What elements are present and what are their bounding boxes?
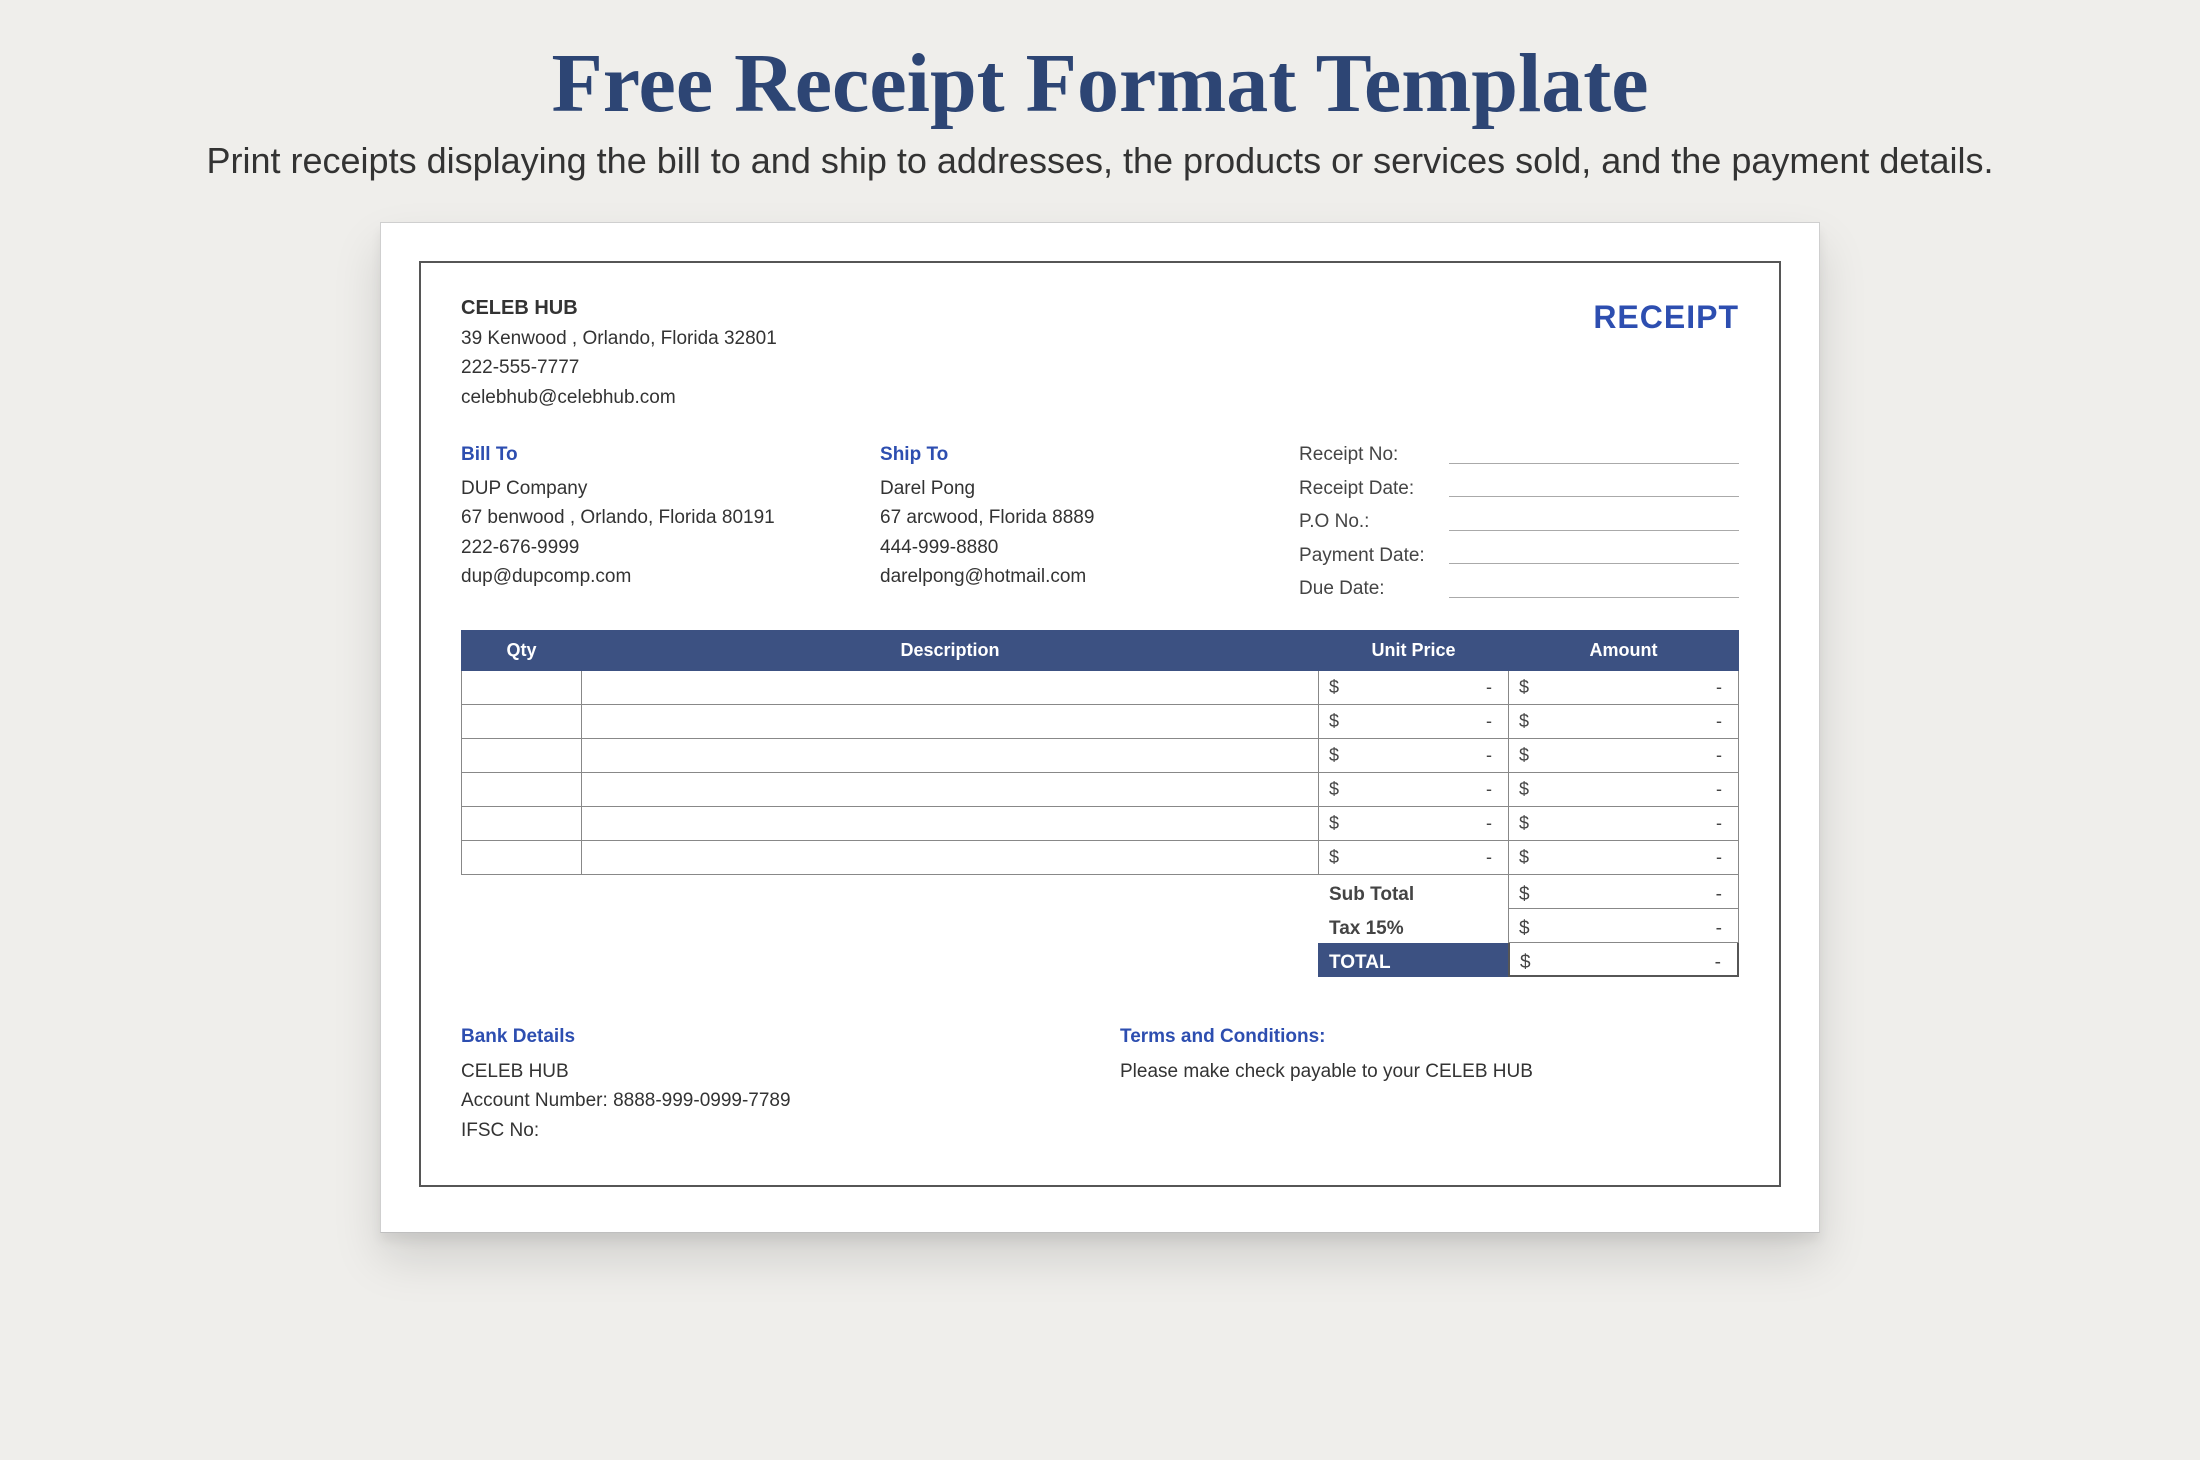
bank-block: Bank Details CELEB HUB Account Number: 8… <box>461 1022 1080 1145</box>
col-amount: Amount <box>1509 630 1739 671</box>
cell-description[interactable] <box>582 807 1319 841</box>
terms-text: Please make check payable to your CELEB … <box>1120 1057 1739 1086</box>
col-description: Description <box>582 630 1319 671</box>
bill-to-email: dup@dupcomp.com <box>461 562 880 591</box>
table-row: $-$- <box>462 841 1739 875</box>
ship-to-block: Ship To Darel Pong 67 arcwood, Florida 8… <box>880 440 1299 607</box>
cell-unit-price[interactable]: $- <box>1319 773 1509 807</box>
terms-heading: Terms and Conditions: <box>1120 1022 1739 1051</box>
receipt-document: CELEB HUB 39 Kenwood , Orlando, Florida … <box>419 261 1781 1187</box>
cell-amount[interactable]: $- <box>1509 773 1739 807</box>
meta-due-date-label: Due Date: <box>1299 574 1449 603</box>
cell-description[interactable] <box>582 773 1319 807</box>
cell-amount[interactable]: $- <box>1509 705 1739 739</box>
company-address: 39 Kenwood , Orlando, Florida 32801 <box>461 324 777 353</box>
cell-unit-price[interactable]: $- <box>1319 671 1509 705</box>
subtotal-value: $- <box>1508 875 1739 909</box>
meta-po-no-label: P.O No.: <box>1299 507 1449 536</box>
cell-description[interactable] <box>582 739 1319 773</box>
bill-to-block: Bill To DUP Company 67 benwood , Orlando… <box>461 440 880 607</box>
meta-due-date-field[interactable] <box>1449 580 1739 598</box>
cell-unit-price[interactable]: $- <box>1319 705 1509 739</box>
company-phone: 222-555-7777 <box>461 353 777 382</box>
meta-receipt-date-field[interactable] <box>1449 479 1739 497</box>
table-row: $-$- <box>462 773 1739 807</box>
cell-unit-price[interactable]: $- <box>1319 739 1509 773</box>
items-table: Qty Description Unit Price Amount $-$-$-… <box>461 630 1739 876</box>
meta-receipt-date-label: Receipt Date: <box>1299 474 1449 503</box>
company-block: CELEB HUB 39 Kenwood , Orlando, Florida … <box>461 293 777 412</box>
subtotal-label: Sub Total <box>1318 875 1508 909</box>
total-label: TOTAL <box>1318 943 1508 977</box>
total-value: $- <box>1508 943 1739 977</box>
cell-amount[interactable]: $- <box>1509 739 1739 773</box>
bill-to-phone: 222-676-9999 <box>461 533 880 562</box>
bank-ifsc: IFSC No: <box>461 1116 1080 1145</box>
table-row: $-$- <box>462 705 1739 739</box>
meta-receipt-no-label: Receipt No: <box>1299 440 1449 469</box>
table-row: $-$- <box>462 807 1739 841</box>
meta-block: Receipt No: Receipt Date: P.O No.: Payme… <box>1299 440 1739 607</box>
cell-amount[interactable]: $- <box>1509 841 1739 875</box>
cell-amount[interactable]: $- <box>1509 807 1739 841</box>
meta-payment-date-field[interactable] <box>1449 546 1739 564</box>
cell-description[interactable] <box>582 671 1319 705</box>
bank-account: Account Number: 8888-999-0999-7789 <box>461 1086 1080 1115</box>
table-row: $-$- <box>462 671 1739 705</box>
bill-to-address: 67 benwood , Orlando, Florida 80191 <box>461 503 880 532</box>
cell-qty[interactable] <box>462 739 582 773</box>
cell-qty[interactable] <box>462 841 582 875</box>
document-sheet: CELEB HUB 39 Kenwood , Orlando, Florida … <box>380 222 1820 1233</box>
totals-block: Sub Total $- Tax 15% $- TOTAL $- <box>461 875 1739 977</box>
col-unit-price: Unit Price <box>1319 630 1509 671</box>
meta-receipt-no-field[interactable] <box>1449 446 1739 464</box>
cell-qty[interactable] <box>462 671 582 705</box>
ship-to-email: darelpong@hotmail.com <box>880 562 1299 591</box>
bill-to-heading: Bill To <box>461 440 880 469</box>
ship-to-name: Darel Pong <box>880 474 1299 503</box>
company-email: celebhub@celebhub.com <box>461 383 777 412</box>
page-title: Free Receipt Format Template <box>0 35 2200 132</box>
cell-unit-price[interactable]: $- <box>1319 841 1509 875</box>
table-row: $-$- <box>462 739 1739 773</box>
page-subtitle: Print receipts displaying the bill to an… <box>0 140 2200 182</box>
receipt-heading: RECEIPT <box>1593 293 1739 343</box>
cell-qty[interactable] <box>462 807 582 841</box>
cell-amount[interactable]: $- <box>1509 671 1739 705</box>
cell-description[interactable] <box>582 841 1319 875</box>
tax-label: Tax 15% <box>1318 909 1508 943</box>
bill-to-name: DUP Company <box>461 474 880 503</box>
meta-po-no-field[interactable] <box>1449 513 1739 531</box>
cell-unit-price[interactable]: $- <box>1319 807 1509 841</box>
ship-to-address: 67 arcwood, Florida 8889 <box>880 503 1299 532</box>
tax-value: $- <box>1508 909 1739 943</box>
cell-description[interactable] <box>582 705 1319 739</box>
cell-qty[interactable] <box>462 705 582 739</box>
ship-to-phone: 444-999-8880 <box>880 533 1299 562</box>
meta-payment-date-label: Payment Date: <box>1299 541 1449 570</box>
bank-name: CELEB HUB <box>461 1057 1080 1086</box>
col-qty: Qty <box>462 630 582 671</box>
cell-qty[interactable] <box>462 773 582 807</box>
terms-block: Terms and Conditions: Please make check … <box>1120 1022 1739 1145</box>
bank-heading: Bank Details <box>461 1022 1080 1051</box>
company-name: CELEB HUB <box>461 293 777 324</box>
ship-to-heading: Ship To <box>880 440 1299 469</box>
